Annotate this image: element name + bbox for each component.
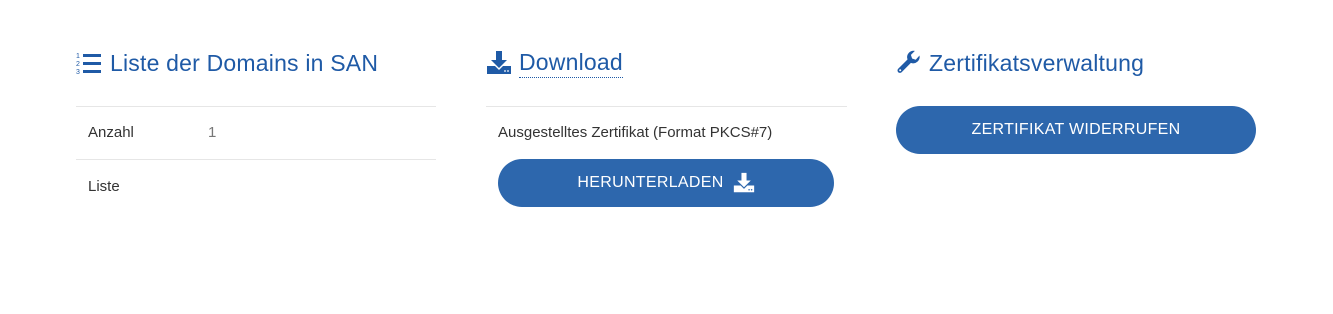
wrench-icon (896, 50, 922, 76)
cert-title: Zertifikatsverwaltung (929, 49, 1145, 76)
san-row-count-value: 1 (208, 124, 217, 141)
download-divider (486, 106, 847, 107)
download-icon (733, 172, 755, 194)
download-button-label: HERUNTERLADEN (577, 174, 724, 191)
cert-section: Zertifikatsverwaltung ZERTIFIKAT WIDERRU… (896, 46, 1256, 154)
download-title-link[interactable]: Download (519, 49, 623, 78)
download-description: Ausgestelltes Zertifikat (Format PKCS#7) (498, 124, 773, 141)
cert-heading: Zertifikatsverwaltung (896, 46, 1256, 80)
revoke-certificate-button[interactable]: ZERTIFIKAT WIDERRUFEN (896, 106, 1256, 154)
svg-text:1: 1 (76, 53, 80, 60)
svg-text:2: 2 (76, 61, 80, 68)
san-title: Liste der Domains in SAN (110, 49, 379, 76)
svg-text:3: 3 (76, 69, 80, 75)
san-section: 1 2 3 Liste der Domains in SAN Anzahl 1 … (76, 46, 436, 195)
ordered-list-icon: 1 2 3 (76, 51, 103, 75)
revoke-button-label: ZERTIFIKAT WIDERRUFEN (971, 121, 1181, 138)
download-heading: Download (486, 46, 847, 80)
download-button[interactable]: HERUNTERLADEN (498, 159, 834, 207)
download-icon (486, 50, 512, 76)
san-row-count-label: Anzahl (88, 124, 134, 141)
san-table: Anzahl 1 Liste (76, 106, 436, 213)
download-section: Download Ausgestelltes Zertifikat (Forma… (486, 46, 847, 207)
san-row-count: Anzahl 1 (76, 106, 436, 160)
san-row-list-label: Liste (88, 178, 120, 195)
san-heading: 1 2 3 Liste der Domains in SAN (76, 46, 436, 80)
san-row-list: Liste (76, 160, 436, 213)
